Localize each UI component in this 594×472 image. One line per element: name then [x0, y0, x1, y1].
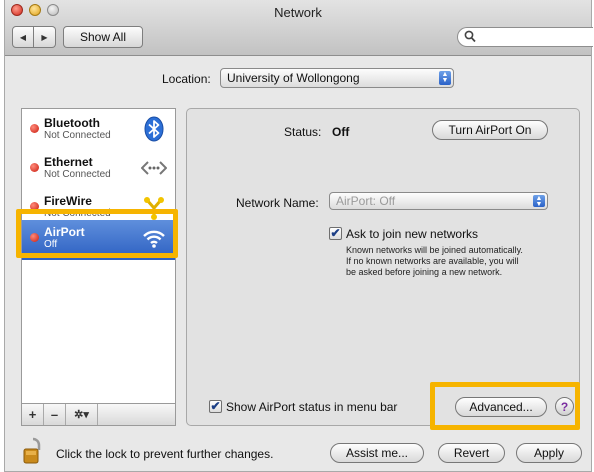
- help-button[interactable]: ?: [555, 397, 574, 416]
- network-name-value: AirPort: Off: [336, 194, 396, 208]
- service-name: Bluetooth: [44, 116, 100, 130]
- back-button[interactable]: ◀: [12, 26, 34, 48]
- status-value: Off: [332, 125, 350, 139]
- status-dot-icon: [30, 124, 39, 133]
- service-name: Ethernet: [44, 155, 93, 169]
- gear-menu-button[interactable]: ✲▾: [66, 404, 98, 425]
- forward-button[interactable]: ▶: [34, 26, 56, 48]
- bluetooth-icon: [144, 116, 164, 142]
- service-status: Not Connected: [44, 130, 111, 141]
- window-title: Network: [274, 5, 322, 20]
- ask-to-join-label: Ask to join new networks: [346, 227, 479, 241]
- help-line: Known networks will be joined automatica…: [346, 245, 523, 255]
- assist-me-button[interactable]: Assist me...: [330, 443, 424, 463]
- lock-icon[interactable]: [22, 437, 44, 465]
- network-name-popup[interactable]: AirPort: Off ▲ ▼: [329, 192, 548, 210]
- location-popup[interactable]: University of Wollongong ▲ ▼: [220, 68, 454, 88]
- service-name: FireWire: [44, 194, 92, 208]
- add-service-button[interactable]: +: [22, 404, 44, 425]
- show-all-button[interactable]: Show All: [63, 26, 143, 48]
- apply-button[interactable]: Apply: [516, 443, 582, 463]
- revert-button[interactable]: Revert: [438, 443, 505, 463]
- airport-highlight-frame: [16, 209, 178, 258]
- remove-service-button[interactable]: –: [44, 404, 66, 425]
- search-field[interactable]: [457, 27, 593, 47]
- service-status: Not Connected: [44, 169, 111, 180]
- advanced-button[interactable]: Advanced...: [455, 397, 547, 417]
- popup-arrows-icon: ▲ ▼: [533, 195, 545, 208]
- show-status-label: Show AirPort status in menu bar: [226, 400, 398, 414]
- help-line: be asked before joining a new network.: [346, 267, 503, 277]
- ask-to-join-checkbox[interactable]: ✔: [329, 227, 342, 240]
- forward-arrow-icon: ▶: [41, 32, 48, 42]
- status-dot-icon: [30, 163, 39, 172]
- service-list-toolbar: + – ✲▾: [21, 404, 176, 426]
- turn-airport-on-button[interactable]: Turn AirPort On: [432, 120, 548, 140]
- lock-instruction-text: Click the lock to prevent further change…: [56, 447, 274, 461]
- navigation-buttons: ◀ ▶: [12, 26, 56, 48]
- network-name-label: Network Name:: [236, 196, 319, 210]
- title-bar: Network ◀ ▶ Show All: [5, 0, 593, 56]
- status-label: Status:: [284, 125, 322, 139]
- back-arrow-icon: ◀: [19, 32, 27, 42]
- gear-icon: ✲▾: [74, 409, 89, 421]
- help-line: If no known networks are available, you …: [346, 256, 519, 266]
- show-status-checkbox[interactable]: ✔: [209, 400, 222, 413]
- location-value: University of Wollongong: [227, 71, 360, 85]
- location-label: Location:: [162, 72, 211, 86]
- popup-arrows-icon: ▲ ▼: [439, 71, 451, 85]
- service-item-bluetooth[interactable]: Bluetooth Not Connected: [22, 111, 175, 151]
- service-item-ethernet[interactable]: Ethernet Not Connected: [22, 150, 175, 190]
- ask-to-join-help-text: Known networks will be joined automatica…: [346, 245, 556, 278]
- search-icon: [464, 30, 476, 43]
- ethernet-icon: [141, 161, 167, 175]
